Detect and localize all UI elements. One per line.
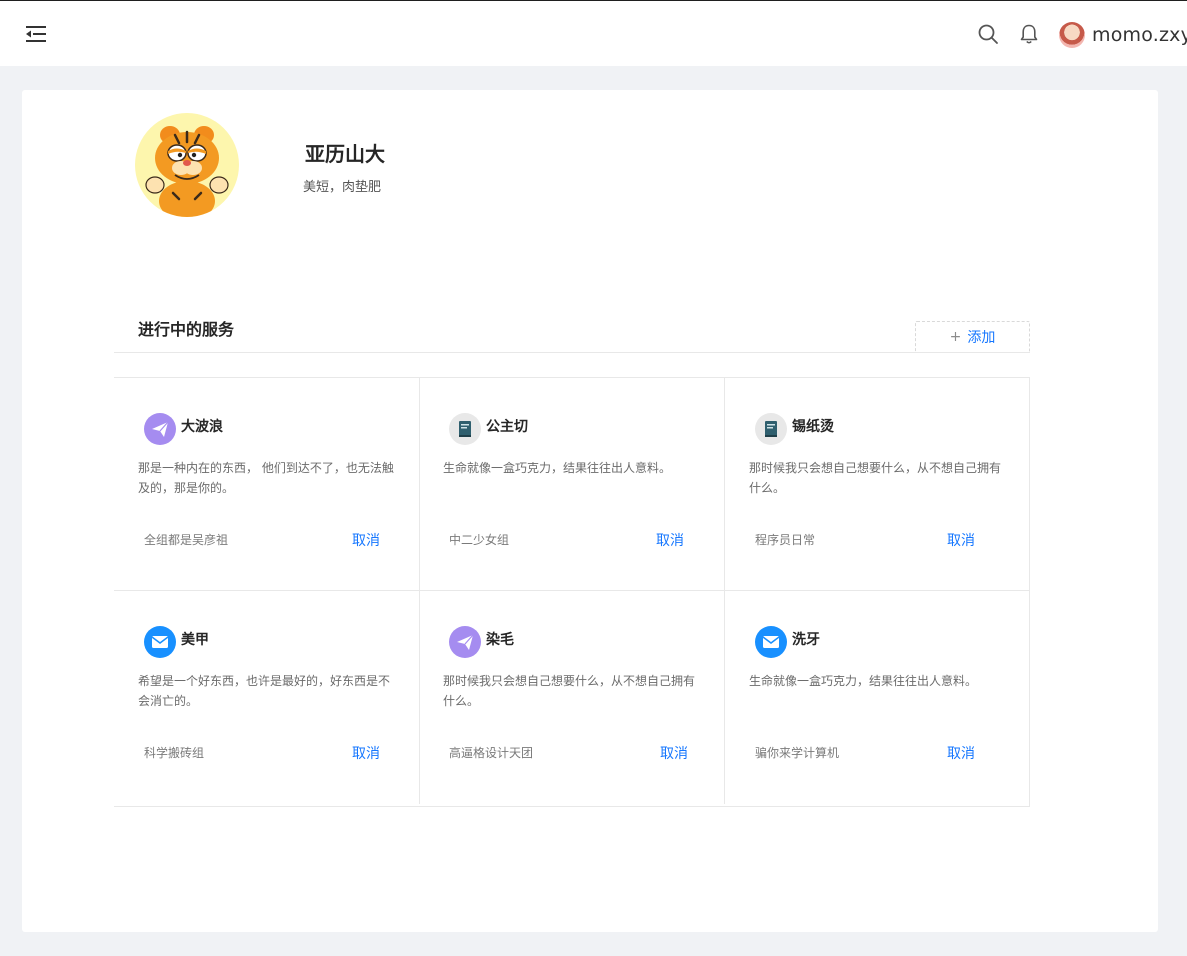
- service-card: 染毛 那时候我只会想自己想要什么，从不想自己拥有什么。 高逼格设计天团 取消: [419, 591, 725, 804]
- service-card: 锡纸烫 那时候我只会想自己想要什么，从不想自己拥有什么。 程序员日常 取消: [725, 378, 1030, 591]
- service-card: 大波浪 那是一种内在的东西， 他们到达不了，也无法触及的，那是你的。 全组都是吴…: [114, 378, 420, 591]
- cancel-button[interactable]: 取消: [656, 530, 684, 550]
- cancel-button[interactable]: 取消: [947, 530, 975, 550]
- add-button-label: 添加: [967, 330, 996, 346]
- service-team: 中二少女组: [449, 533, 510, 547]
- service-team: 高逼格设计天团: [449, 746, 534, 760]
- menu-fold-icon[interactable]: [26, 25, 48, 43]
- service-team: 骗你来学计算机: [755, 746, 840, 760]
- service-team: 全组都是吴彦祖: [144, 533, 229, 547]
- service-card: 洗牙 生命就像一盒巧克力，结果往往出人意料。 骗你来学计算机 取消: [725, 591, 1030, 804]
- user-avatar: [1059, 22, 1085, 48]
- service-description: 那时候我只会想自己想要什么，从不想自己拥有什么。: [443, 674, 696, 708]
- service-title: 锡纸烫: [792, 419, 834, 435]
- service-description: 希望是一个好东西，也许是最好的，好东西是不会消亡的。: [138, 674, 391, 708]
- search-icon[interactable]: [977, 23, 999, 45]
- service-title: 美甲: [181, 632, 209, 648]
- service-card: 美甲 希望是一个好东西，也许是最好的，好东西是不会消亡的。 科学搬砖组 取消: [114, 591, 420, 804]
- service-team: 程序员日常: [755, 533, 816, 547]
- service-team: 科学搬砖组: [144, 746, 205, 760]
- profile-name: 亚历山大: [305, 142, 385, 166]
- book-icon: [755, 413, 787, 445]
- add-button[interactable]: + 添加: [915, 321, 1030, 353]
- paper-plane-icon: [449, 626, 481, 658]
- service-description: 那是一种内在的东西， 他们到达不了，也无法触及的，那是你的。: [138, 461, 394, 495]
- plus-icon: +: [949, 329, 962, 345]
- bell-icon[interactable]: [1018, 23, 1040, 45]
- service-description: 生命就像一盒巧克力，结果往往出人意料。: [749, 674, 978, 688]
- book-icon: [449, 413, 481, 445]
- service-grid: 大波浪 那是一种内在的东西， 他们到达不了，也无法触及的，那是你的。 全组都是吴…: [114, 377, 1030, 807]
- section-title: 进行中的服务: [138, 320, 235, 339]
- profile-avatar: [135, 113, 239, 217]
- section-divider: [114, 352, 1030, 353]
- service-description: 那时候我只会想自己想要什么，从不想自己拥有什么。: [749, 461, 1002, 495]
- cancel-button[interactable]: 取消: [352, 530, 380, 550]
- profile-card: 亚历山大 美短，肉垫肥 进行中的服务 + 添加 大波浪 那是一种内在的东西， 他…: [22, 90, 1158, 932]
- service-title: 公主切: [486, 419, 528, 435]
- service-card: 公主切 生命就像一盒巧克力，结果往往出人意料。 中二少女组 取消: [419, 378, 725, 591]
- cancel-button[interactable]: 取消: [660, 743, 688, 763]
- cancel-button[interactable]: 取消: [947, 743, 975, 763]
- mail-icon: [144, 626, 176, 658]
- service-title: 染毛: [486, 632, 514, 648]
- user-menu[interactable]: momo.zxy: [1059, 21, 1187, 49]
- user-name: momo.zxy: [1092, 24, 1187, 46]
- paper-plane-icon: [144, 413, 176, 445]
- mail-icon: [755, 626, 787, 658]
- top-header: momo.zxy: [0, 0, 1187, 66]
- service-title: 大波浪: [181, 419, 223, 435]
- cancel-button[interactable]: 取消: [352, 743, 380, 763]
- service-description: 生命就像一盒巧克力，结果往往出人意料。: [443, 461, 672, 475]
- service-title: 洗牙: [792, 632, 820, 648]
- profile-bio: 美短，肉垫肥: [303, 180, 382, 195]
